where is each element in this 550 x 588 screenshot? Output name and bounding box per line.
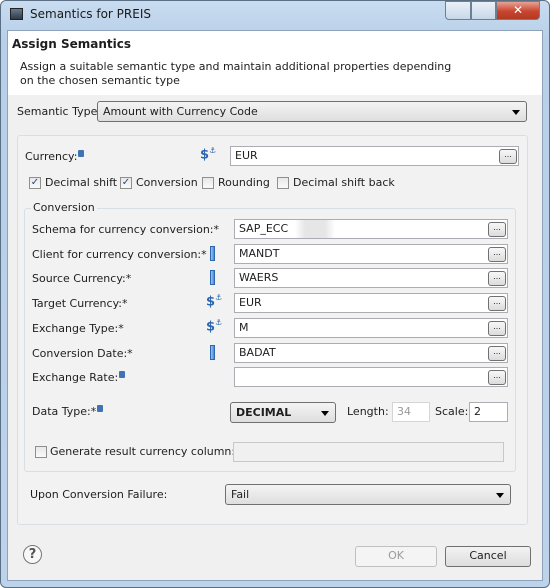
browse-button[interactable]: ... [488, 246, 506, 262]
conversion-row-label: Schema for currency conversion:* [32, 223, 220, 236]
chevron-down-icon [496, 493, 504, 498]
app-icon [10, 8, 23, 20]
conversion-row-label: Exchange Rate: [32, 371, 126, 384]
conversion-row-input[interactable]: BADAT [234, 342, 508, 363]
scale-label: Scale: [435, 405, 469, 418]
option-label: Rounding [218, 176, 270, 189]
generate-result-currency-label: Generate result currency column: [50, 445, 236, 458]
conversion-row-input[interactable]: EUR [234, 293, 508, 314]
browse-button[interactable]: ... [488, 320, 506, 336]
semantic-type-value: Amount with Currency Code [103, 105, 258, 118]
currency-browse-button[interactable]: ... [499, 149, 517, 164]
data-type-select[interactable]: DECIMAL [230, 402, 336, 423]
column-icon [210, 270, 215, 286]
data-type-value: DECIMAL [236, 406, 292, 419]
minimize-button[interactable] [445, 1, 471, 20]
currency-input[interactable]: EUR [230, 146, 519, 166]
option-checkbox[interactable] [202, 177, 214, 189]
conversion-row-label: Client for currency conversion:* [32, 247, 207, 261]
conversion-row-input[interactable]: SAP_ECC [234, 219, 508, 239]
conversion-row-label: Target Currency:* [32, 297, 128, 311]
chevron-down-icon [321, 411, 329, 416]
ok-button[interactable]: OK [355, 546, 437, 567]
currency-constant-icon: $⚓ [206, 317, 223, 335]
column-icon [210, 245, 215, 261]
window-title: Semantics for PREIS [30, 7, 151, 21]
result-currency-column-input[interactable] [233, 442, 504, 462]
cancel-button[interactable]: Cancel [445, 546, 531, 567]
semantic-type-label: Semantic Type: [17, 105, 102, 118]
browse-button[interactable]: ... [488, 271, 506, 287]
conversion-row-input[interactable]: WAERS [234, 268, 508, 289]
length-label: Length: [347, 405, 389, 418]
browse-button[interactable]: ... [488, 222, 506, 237]
close-button[interactable]: ✕ [496, 1, 540, 20]
semantic-type-select[interactable]: Amount with Currency Code [97, 101, 527, 122]
option-checkbox[interactable]: ✓ [120, 177, 132, 189]
column-icon [210, 344, 215, 360]
conversion-legend: Conversion [31, 201, 97, 214]
conversion-row-label: Conversion Date:* [32, 346, 133, 360]
maximize-button[interactable] [471, 1, 496, 20]
browse-button[interactable]: ... [488, 296, 506, 312]
currency-label: Currency: [25, 150, 85, 163]
option-checkbox[interactable] [277, 177, 289, 189]
info-icon [97, 405, 104, 412]
header-title: Assign Semantics [12, 37, 132, 51]
option-label: Conversion [136, 176, 198, 189]
length-input[interactable]: 34 [392, 402, 430, 422]
option-checkbox[interactable]: ✓ [29, 177, 41, 189]
conversion-failure-value: Fail [231, 488, 250, 501]
conversion-row-input[interactable]: M [234, 317, 508, 338]
info-icon [119, 371, 126, 379]
option-label: Decimal shift [45, 176, 118, 189]
header-description: Assign a suitable semantic type and main… [20, 60, 452, 87]
conversion-failure-select[interactable]: Fail [225, 484, 511, 505]
info-icon [78, 150, 85, 157]
currency-constant-icon: $⚓ [206, 293, 223, 310]
conversion-row-input[interactable] [234, 367, 508, 388]
conversion-row-label: Source Currency:* [32, 272, 132, 286]
currency-constant-icon: $⚓ [200, 146, 217, 163]
chevron-down-icon [512, 110, 520, 115]
conversion-row-input[interactable]: MANDT [234, 243, 508, 264]
conversion-row-label: Exchange Type:* [32, 321, 124, 335]
scale-input[interactable]: 2 [469, 402, 508, 422]
option-label: Decimal shift back [293, 176, 395, 189]
data-type-label: Data Type:* [32, 405, 104, 418]
conversion-failure-label: Upon Conversion Failure: [30, 488, 168, 501]
browse-button[interactable]: ... [488, 345, 506, 361]
help-icon[interactable]: ? [23, 545, 42, 564]
generate-result-currency-checkbox[interactable] [35, 446, 47, 458]
browse-button[interactable]: ... [488, 370, 506, 386]
